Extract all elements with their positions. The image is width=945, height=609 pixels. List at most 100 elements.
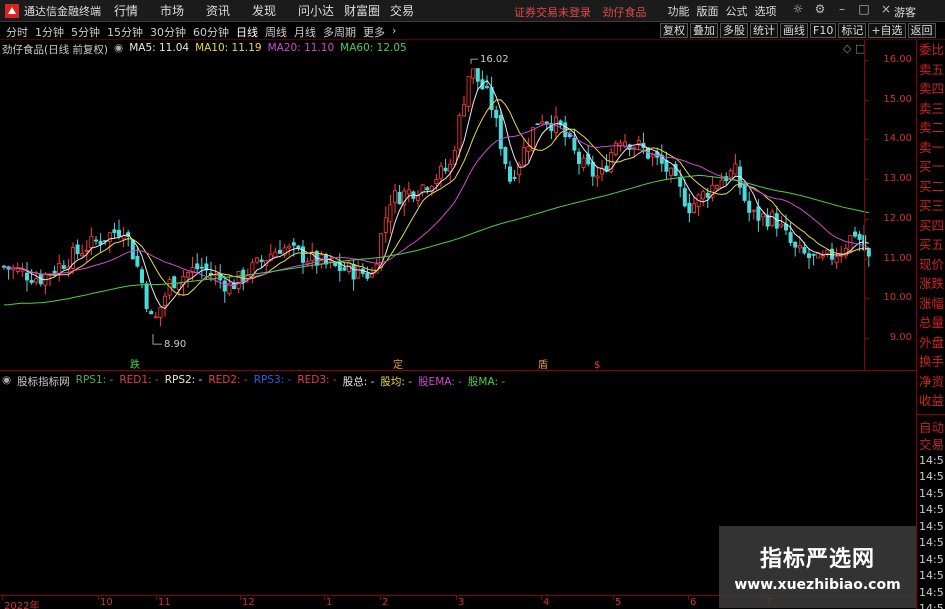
indicator-item-2: RPS2: - [164, 374, 203, 386]
candle [825, 249, 830, 255]
maximize-icon[interactable]: □ [856, 2, 872, 16]
watermark-title: 指标严选网 [759, 547, 875, 572]
indicator-name[interactable]: 股标指标网 [17, 374, 70, 389]
close-icon[interactable]: × [878, 2, 894, 16]
period-2[interactable]: 5分钟 [71, 24, 100, 40]
price-tick: 16.00 [883, 53, 912, 65]
menu-market[interactable]: 市场 [160, 2, 206, 19]
tick-time: 14:5 [919, 519, 944, 533]
tick-time: 14:5 [919, 552, 944, 566]
menu-wealth[interactable]: 财富圈 [344, 2, 390, 19]
chevron-right-icon[interactable]: › [392, 24, 396, 40]
tool-button-7[interactable]: +自选 [868, 23, 906, 38]
date-tick-mark [688, 596, 689, 600]
user-status[interactable]: 游客 [894, 4, 916, 20]
quote-label: 买一 [919, 159, 945, 174]
menu-function[interactable]: 功能 [664, 3, 693, 19]
minimize-icon[interactable]: – [834, 2, 850, 16]
period-5[interactable]: 60分钟 [193, 24, 229, 40]
period-3[interactable]: 15分钟 [107, 24, 143, 40]
period-bar: 分时 1分钟 5分钟 15分钟 30分钟 60分钟 日线 周线 月线 多周期 更多 › 复权 叠加 多股统… [0, 22, 945, 40]
bulb-icon[interactable]: ☼ [790, 2, 806, 16]
menu-news[interactable]: 资讯 [206, 2, 252, 19]
ma-label-1: MA10: 11.19 [195, 42, 262, 54]
period-7[interactable]: 周线 [265, 24, 287, 40]
settings-icon[interactable]: ⚙ [812, 2, 828, 16]
candle [494, 109, 499, 119]
tick-time: 14:5 [919, 470, 944, 483]
menu-ask[interactable]: 问小达 [298, 2, 344, 19]
candle [540, 121, 545, 125]
tool-button-6[interactable]: 标记 [838, 23, 867, 38]
watermark-url: www.xuezhibiao.com [734, 577, 901, 593]
tool-button-4[interactable]: 画线 [780, 23, 808, 38]
candle [291, 242, 296, 246]
menu-layout[interactable]: 版面 [693, 3, 722, 19]
tool-button-3[interactable]: 统计 [750, 23, 778, 38]
ma-settings-icon[interactable]: ◉ [114, 42, 123, 57]
menu-discover[interactable]: 发现 [252, 2, 298, 19]
candle [80, 253, 85, 257]
indicator-settings-icon[interactable]: ◉ [2, 374, 11, 389]
candle [52, 270, 57, 274]
menu-formula[interactable]: 公式 [722, 3, 751, 19]
date-tick: 10 [100, 597, 113, 608]
candle [420, 184, 425, 193]
tick-time: 14:5 [919, 569, 944, 582]
candle [158, 307, 163, 318]
date-tick-mark [613, 596, 614, 600]
price-tick: 11.00 [883, 252, 912, 264]
candle [287, 245, 292, 249]
candle [139, 269, 144, 283]
period-4[interactable]: 30分钟 [150, 24, 186, 40]
candle [834, 256, 839, 264]
tool-button-8[interactable]: 返回 [907, 23, 936, 38]
chart-option-icon[interactable]: ◇ □ [843, 42, 865, 55]
tool-button-2[interactable]: 多股 [720, 23, 748, 38]
auto-trade-label[interactable]: 交易 [917, 436, 945, 453]
menu-quotes[interactable]: 行情 [114, 2, 160, 19]
candle [581, 157, 586, 168]
quote-label: 卖五 [919, 61, 945, 77]
candle [475, 68, 480, 82]
indicator-item-3: RED2: - [208, 374, 248, 386]
menu-trade[interactable]: 交易 [390, 2, 436, 19]
candle [61, 265, 66, 269]
candle [112, 229, 117, 234]
candle [705, 192, 710, 198]
candle [259, 259, 264, 263]
indicator-item-4: RPS3: - [253, 374, 292, 386]
period-9[interactable]: 多周期 [323, 24, 356, 40]
ma-line-ma5 [3, 79, 869, 310]
tool-button-0[interactable]: 复权 [660, 23, 688, 38]
indicator-item-5: RED3: - [297, 374, 337, 386]
candle [774, 213, 779, 229]
period-6[interactable]: 日线 [236, 24, 258, 40]
candle [521, 147, 526, 166]
tool-button-1[interactable]: 叠加 [690, 23, 718, 38]
tool-button-5[interactable]: F10 [810, 23, 837, 38]
period-more[interactable]: 更多 [363, 24, 385, 40]
candle [57, 263, 62, 275]
candle [94, 239, 99, 242]
trade-login-status[interactable]: 证券交易未登录 [514, 6, 591, 19]
candle [443, 167, 448, 172]
auto-trade-label[interactable]: 自动 [917, 419, 945, 436]
quote-label: 换手 [919, 354, 945, 369]
period-8[interactable]: 月线 [294, 24, 316, 40]
candle [406, 189, 411, 195]
period-1[interactable]: 1分钟 [35, 24, 64, 40]
price-tick-mark [865, 298, 869, 300]
kline-chart[interactable]: 16.02 8.90 跌 定 盾 $ ◇ □ [0, 40, 916, 370]
candle [20, 269, 25, 272]
quote-label: 现价 [919, 256, 945, 272]
candle [448, 163, 453, 172]
menu-options[interactable]: 选项 [751, 3, 780, 19]
quote-label: 卖二 [919, 120, 945, 135]
period-0[interactable]: 分时 [6, 24, 28, 40]
candle [342, 267, 347, 271]
candle [172, 276, 177, 289]
candle [24, 272, 29, 281]
panel-divider[interactable] [0, 370, 916, 371]
candle [577, 151, 582, 164]
